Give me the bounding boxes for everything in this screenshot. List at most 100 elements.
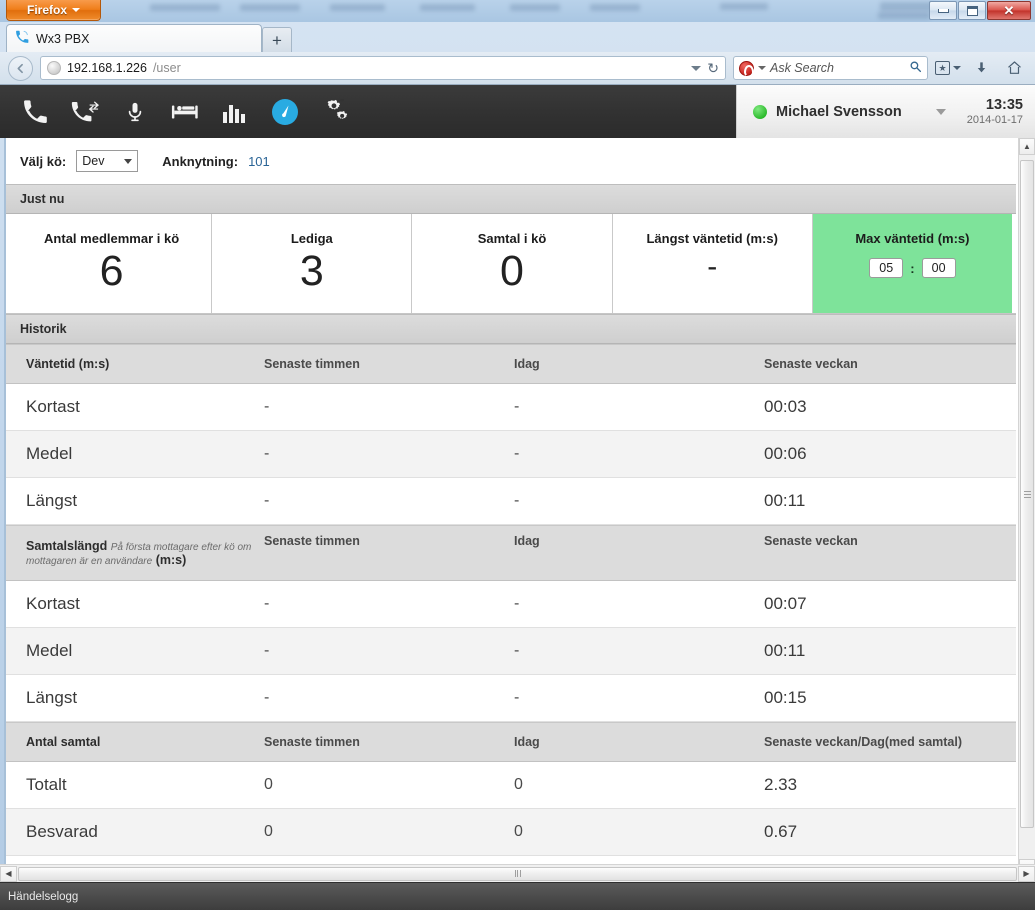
search-bar[interactable]: Ask Search bbox=[733, 56, 928, 80]
window-controls: ✕ bbox=[929, 1, 1031, 20]
table-row: Medel - - 00:11 bbox=[6, 628, 1016, 675]
table-row: Besvarad 0 0 0.67 bbox=[6, 809, 1016, 856]
url-host: 192.168.1.226 bbox=[67, 61, 147, 75]
tab-title: Wx3 PBX bbox=[36, 31, 90, 46]
cell-last-hour: 0 bbox=[264, 823, 273, 840]
row-label: Besvarad bbox=[26, 822, 98, 841]
minimize-icon bbox=[937, 8, 949, 13]
page-viewport: Välj kö: Dev Anknytning: 101 Just nu Ant… bbox=[4, 138, 1031, 876]
cell-last-week: 00:06 bbox=[764, 444, 807, 463]
reload-icon[interactable]: ↻ bbox=[707, 60, 719, 77]
ask-logo-icon[interactable] bbox=[739, 60, 754, 77]
row-label: Längst bbox=[26, 491, 78, 510]
chevron-down-icon bbox=[124, 158, 133, 164]
firefox-menu-button[interactable]: Firefox bbox=[6, 0, 101, 21]
navigation-toolbar: 192.168.1.226/user ↻ Ask Search ★ bbox=[0, 52, 1035, 85]
browser-tab[interactable]: Wx3 PBX bbox=[6, 24, 262, 52]
phone-icon bbox=[15, 30, 29, 47]
cell-last-week: 00:07 bbox=[764, 594, 807, 613]
column-header-last-hour: Senaste timmen bbox=[264, 357, 360, 371]
clock-date: 2014-01-17 bbox=[966, 113, 1023, 126]
search-input[interactable]: Ask Search bbox=[770, 61, 905, 75]
search-icon[interactable] bbox=[909, 60, 922, 76]
row-label: Kortast bbox=[26, 397, 80, 416]
stat-card-available: Lediga 3 bbox=[212, 214, 413, 313]
cell-today: - bbox=[514, 398, 520, 415]
cell-last-hour: - bbox=[264, 595, 270, 612]
gauge-icon[interactable] bbox=[270, 97, 300, 127]
presence-online-icon bbox=[753, 104, 767, 119]
close-icon: ✕ bbox=[1003, 3, 1015, 18]
column-header-metric: Väntetid (m:s) bbox=[26, 357, 110, 371]
max-wait-minutes-value: 05 bbox=[879, 261, 894, 275]
column-header-metric: Samtalslängd På första mottagare efter k… bbox=[6, 539, 264, 567]
max-wait-seconds-value: 00 bbox=[931, 261, 946, 275]
row-label: Kortast bbox=[26, 594, 80, 613]
chevron-down-icon[interactable] bbox=[935, 108, 946, 115]
cell-last-hour: - bbox=[264, 492, 270, 509]
close-button[interactable]: ✕ bbox=[987, 1, 1031, 20]
status-bar-text: Händelselogg bbox=[8, 890, 79, 903]
new-tab-button[interactable]: + bbox=[262, 27, 292, 52]
table-header-wait-time: Väntetid (m:s) Senaste timmen Idag Senas… bbox=[6, 344, 1016, 384]
column-header-last-hour: Senaste timmen bbox=[264, 735, 360, 749]
home-button[interactable] bbox=[1001, 56, 1027, 81]
phone-icon[interactable] bbox=[20, 97, 50, 127]
scroll-left-button[interactable]: ◀ bbox=[0, 865, 17, 882]
clock: 13:35 2014-01-17 bbox=[967, 97, 1023, 126]
user-name: Michael Svensson bbox=[776, 103, 902, 120]
cell-last-week: 00:11 bbox=[764, 641, 806, 660]
back-button[interactable] bbox=[8, 55, 33, 81]
url-path: /user bbox=[152, 61, 181, 75]
vertical-scroll-thumb[interactable] bbox=[1020, 160, 1034, 828]
scroll-right-button[interactable]: ▶ bbox=[1018, 865, 1035, 882]
stat-title: Antal medlemmar i kö bbox=[44, 231, 180, 246]
stat-value: 3 bbox=[299, 247, 324, 295]
table-header-call-count: Antal samtal Senaste timmen Idag Senaste… bbox=[6, 722, 1016, 762]
scroll-up-button[interactable]: ▲ bbox=[1019, 138, 1035, 155]
globe-icon bbox=[47, 61, 61, 75]
stat-card-calls-in-queue: Samtal i kö 0 bbox=[412, 214, 613, 313]
back-arrow-icon bbox=[17, 63, 23, 73]
scroll-grip-icon bbox=[514, 870, 521, 877]
tab-strip: Wx3 PBX + bbox=[0, 22, 1035, 52]
restore-button[interactable] bbox=[958, 1, 986, 20]
cell-last-hour: - bbox=[264, 445, 270, 462]
cell-today: 0 bbox=[514, 823, 523, 840]
cell-today: 0 bbox=[514, 776, 523, 793]
cell-today: - bbox=[514, 492, 520, 509]
max-wait-minutes-input[interactable]: 05 bbox=[869, 258, 904, 278]
extension-value: 101 bbox=[248, 153, 270, 169]
max-wait-seconds-input[interactable]: 00 bbox=[921, 258, 956, 278]
column-header-today: Idag bbox=[514, 357, 540, 371]
minimize-button[interactable] bbox=[929, 1, 957, 20]
horizontal-scroll-thumb[interactable] bbox=[18, 866, 1017, 881]
vertical-scrollbar[interactable]: ▲ ▼ bbox=[1018, 138, 1035, 876]
table-row: Medel - - 00:06 bbox=[6, 431, 1016, 478]
bar-chart-icon[interactable] bbox=[220, 97, 250, 127]
browser-window: Firefox ✕ Wx3 PBX + 192.168.1.226 /user … bbox=[0, 0, 1035, 910]
row-label: Medel bbox=[26, 444, 73, 463]
queue-selector-row: Välj kö: Dev Anknytning: 101 bbox=[6, 138, 1016, 184]
row-label: Totalt bbox=[26, 775, 67, 794]
bookmarks-button[interactable]: ★ bbox=[935, 56, 961, 81]
stat-card-members: Antal medlemmar i kö 6 bbox=[12, 214, 213, 313]
row-label: Längst bbox=[26, 688, 78, 707]
horizontal-scrollbar[interactable]: ◀ ▶ bbox=[0, 864, 1035, 882]
user-panel[interactable]: Michael Svensson 13:35 2014-01-17 bbox=[736, 85, 1035, 138]
downloads-button[interactable] bbox=[968, 56, 994, 81]
chevron-down-icon[interactable] bbox=[691, 65, 702, 71]
chevron-down-icon[interactable] bbox=[758, 66, 766, 70]
stat-title: Samtal i kö bbox=[477, 231, 547, 246]
column-header-metric-title: Samtalslängd bbox=[26, 539, 108, 553]
restore-icon bbox=[966, 5, 978, 16]
column-header-metric-suffix: (m:s) bbox=[155, 553, 187, 567]
queue-select[interactable]: Dev bbox=[76, 150, 139, 172]
gears-icon[interactable] bbox=[320, 97, 350, 127]
scroll-grip-icon bbox=[1023, 489, 1031, 500]
microphone-icon[interactable] bbox=[120, 97, 150, 127]
address-bar[interactable]: 192.168.1.226/user ↻ bbox=[40, 56, 726, 80]
phone-transfer-icon[interactable] bbox=[70, 97, 100, 127]
bed-icon[interactable] bbox=[170, 97, 200, 127]
firefox-menu-label: Firefox bbox=[26, 3, 67, 17]
